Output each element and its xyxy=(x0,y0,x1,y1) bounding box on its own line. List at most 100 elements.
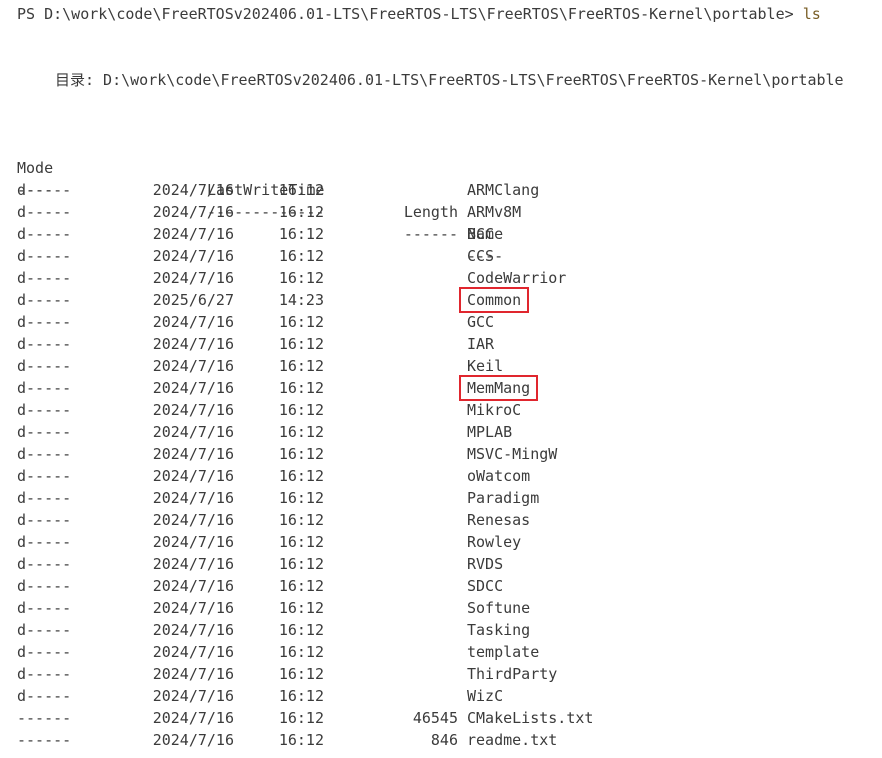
entry-name: IAR xyxy=(467,335,495,353)
list-item: d----- 2024/7/16 16:12 MSVC-MingW xyxy=(0,443,882,465)
entry-name: readme.txt xyxy=(467,731,558,749)
entry-mode: d----- xyxy=(17,335,72,353)
list-item: ------ 2024/7/16 16:12 846 readme.txt xyxy=(0,729,882,751)
entry-date: 2024/7/16 xyxy=(152,643,234,661)
entry-name: CodeWarrior xyxy=(467,269,567,287)
entry-mode: d----- xyxy=(17,269,72,287)
entry-mode: d----- xyxy=(17,687,72,705)
entry-mode: d----- xyxy=(17,379,72,397)
list-item: d----- 2024/7/16 16:12 MemMang xyxy=(0,375,882,401)
list-item: d----- 2024/7/16 16:12 template xyxy=(0,641,882,663)
entry-date: 2024/7/16 xyxy=(152,687,234,705)
entry-date: 2024/7/16 xyxy=(152,225,234,243)
entry-name: Rowley xyxy=(467,533,522,551)
entry-mode: d----- xyxy=(17,599,72,617)
prompt-prefix: PS D:\work\code\FreeRTOSv202406.01-LTS\F… xyxy=(17,5,803,23)
entry-date: 2025/6/27 xyxy=(152,291,234,309)
entry-name: MikroC xyxy=(467,401,522,419)
entry-mode: d----- xyxy=(17,291,72,309)
entry-mode: d----- xyxy=(17,665,72,683)
entry-mode: d----- xyxy=(17,247,72,265)
entry-mode: d----- xyxy=(17,467,72,485)
terminal-window: { "prompt": { "prefix": "PS D:\\work\\co… xyxy=(0,0,882,758)
list-item: d----- 2024/7/16 16:12 CCS xyxy=(0,245,882,267)
entry-mode: d----- xyxy=(17,577,72,595)
entry-date: 2024/7/16 xyxy=(152,489,234,507)
entry-date: 2024/7/16 xyxy=(152,269,234,287)
entry-mode: d----- xyxy=(17,357,72,375)
entry-date: 2024/7/16 xyxy=(152,203,234,221)
entry-date: 2024/7/16 xyxy=(152,357,234,375)
entry-time: 16:12 xyxy=(278,511,324,529)
entry-name: MPLAB xyxy=(467,423,513,441)
entry-name: SDCC xyxy=(467,577,504,595)
directory-line: 目录: D:\work\code\FreeRTOSv202406.01-LTS\… xyxy=(55,71,844,89)
entry-name: ARMv8M xyxy=(467,203,522,221)
entry-name: CCS xyxy=(467,247,495,265)
entry-name: MemMang xyxy=(458,375,539,401)
list-item: d----- 2024/7/16 16:12 IAR xyxy=(0,333,882,355)
entry-date: 2024/7/16 xyxy=(152,555,234,573)
highlight-box: MemMang xyxy=(458,375,539,401)
entry-time: 14:23 xyxy=(278,291,324,309)
entry-name: Paradigm xyxy=(467,489,540,507)
entry-time: 16:12 xyxy=(278,269,324,287)
list-item: d----- 2024/7/16 16:12 WizC xyxy=(0,685,882,707)
list-item: d----- 2024/7/16 16:12 Softune xyxy=(0,597,882,619)
entry-date: 2024/7/16 xyxy=(152,577,234,595)
entry-date: 2024/7/16 xyxy=(152,665,234,683)
entry-mode: d----- xyxy=(17,445,72,463)
entry-time: 16:12 xyxy=(278,665,324,683)
entry-date: 2024/7/16 xyxy=(152,313,234,331)
entry-name: GCC xyxy=(467,313,495,331)
entry-time: 16:12 xyxy=(278,643,324,661)
entry-time: 16:12 xyxy=(278,423,324,441)
entry-date: 2024/7/16 xyxy=(152,401,234,419)
prompt-line: PS D:\work\code\FreeRTOSv202406.01-LTS\F… xyxy=(17,3,821,25)
entry-time: 16:12 xyxy=(278,731,324,749)
entry-time: 16:12 xyxy=(278,357,324,375)
highlight-box: Common xyxy=(458,287,530,313)
entry-name: MSVC-MingW xyxy=(467,445,558,463)
column-headers: Mode LastWriteTime Length Name xyxy=(0,135,882,243)
entry-mode: d----- xyxy=(17,555,72,573)
entry-date: 2024/7/16 xyxy=(152,247,234,265)
entry-time: 16:12 xyxy=(278,379,324,397)
entry-name: oWatcom xyxy=(467,467,531,485)
entry-date: 2024/7/16 xyxy=(152,423,234,441)
entry-name: Common xyxy=(458,287,530,313)
entry-mode: d----- xyxy=(17,533,72,551)
entry-time: 16:12 xyxy=(278,599,324,617)
list-item: d----- 2024/7/16 16:12 GCC xyxy=(0,311,882,333)
entry-name: Keil xyxy=(467,357,504,375)
list-item: d----- 2024/7/16 16:12 oWatcom xyxy=(0,465,882,487)
entry-name: Renesas xyxy=(467,511,531,529)
entry-mode: d----- xyxy=(17,181,72,199)
entry-name: ARMClang xyxy=(467,181,540,199)
entry-mode: ------ xyxy=(17,709,72,727)
entry-length: 846 xyxy=(430,731,458,749)
entry-mode: d----- xyxy=(17,621,72,639)
entry-mode: d----- xyxy=(17,313,72,331)
entry-date: 2024/7/16 xyxy=(152,335,234,353)
list-item: d----- 2024/7/16 16:12 Paradigm xyxy=(0,487,882,509)
entry-time: 16:12 xyxy=(278,181,324,199)
entry-name: RVDS xyxy=(467,555,504,573)
entry-mode: ------ xyxy=(17,731,72,749)
entry-date: 2024/7/16 xyxy=(152,467,234,485)
entry-length: 46545 xyxy=(412,709,458,727)
entry-mode: d----- xyxy=(17,203,72,221)
entry-time: 16:12 xyxy=(278,335,324,353)
list-item: d----- 2024/7/16 16:12 Tasking xyxy=(0,619,882,641)
entry-date: 2024/7/16 xyxy=(152,511,234,529)
list-item: ------ 2024/7/16 16:12 46545 CMakeLists.txt xyxy=(0,707,882,729)
entry-name: template xyxy=(467,643,540,661)
list-item: d----- 2025/6/27 14:23 Common xyxy=(0,287,882,313)
entry-time: 16:12 xyxy=(278,467,324,485)
entry-time: 16:12 xyxy=(278,555,324,573)
list-item: d----- 2024/7/16 16:12 MPLAB xyxy=(0,421,882,443)
entry-name: ThirdParty xyxy=(467,665,558,683)
entry-time: 16:12 xyxy=(278,709,324,727)
list-item: d----- 2024/7/16 16:12 MikroC xyxy=(0,399,882,421)
entry-date: 2024/7/16 xyxy=(152,445,234,463)
